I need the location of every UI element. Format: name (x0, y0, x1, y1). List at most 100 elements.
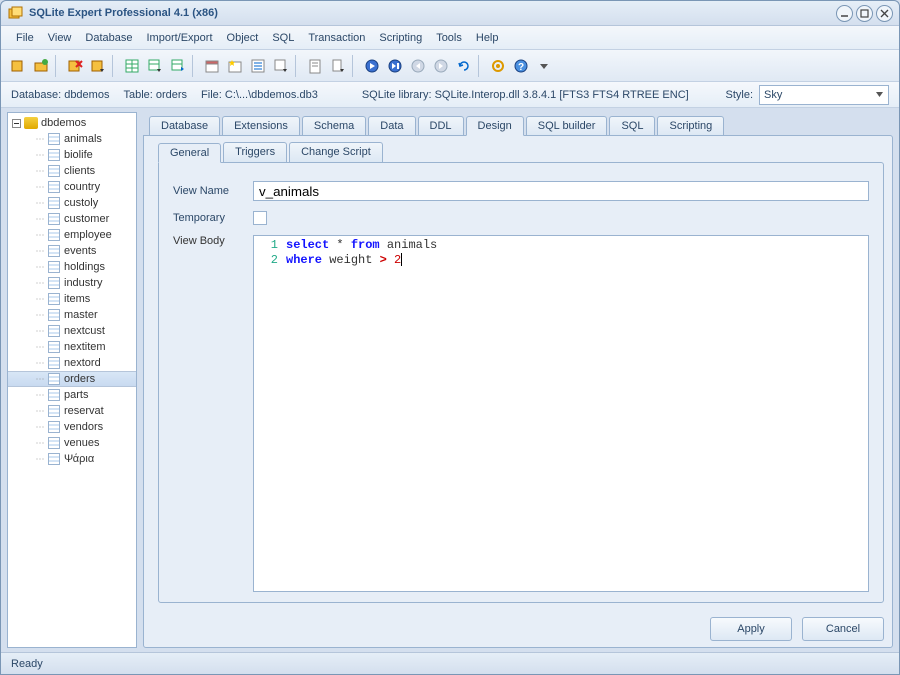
table-icon (48, 229, 60, 241)
tree-item-animals[interactable]: animals (8, 131, 136, 147)
tree-item-nextcust[interactable]: nextcust (8, 323, 136, 339)
tree-item-custoly[interactable]: custoly (8, 195, 136, 211)
tab-sql-builder[interactable]: SQL builder (526, 116, 608, 135)
tool-star-calendar-icon[interactable] (224, 55, 246, 77)
tool-table-down-icon[interactable] (144, 55, 166, 77)
tree-item-label: country (64, 181, 100, 193)
maximize-button[interactable] (856, 5, 873, 22)
tree-item-label: vendors (64, 421, 103, 433)
tree-dots-icon (32, 426, 44, 428)
tree-item-nextitem[interactable]: nextitem (8, 339, 136, 355)
close-button[interactable] (876, 5, 893, 22)
tab-sql[interactable]: SQL (609, 116, 655, 135)
tree-item-biolife[interactable]: biolife (8, 147, 136, 163)
tree-item-label: reservat (64, 405, 104, 417)
general-panel: View Name Temporary View Body 12 select … (158, 162, 884, 603)
menu-file[interactable]: File (9, 29, 41, 47)
view-name-input[interactable] (253, 181, 869, 201)
tool-prev-icon[interactable] (407, 55, 429, 77)
tab-extensions[interactable]: Extensions (222, 116, 300, 135)
style-dropdown[interactable]: Sky (759, 85, 889, 105)
info-library: SQLite library: SQLite.Interop.dll 3.8.4… (362, 89, 689, 101)
menu-object[interactable]: Object (220, 29, 266, 47)
tab-design[interactable]: Design (466, 116, 524, 136)
tree-item-venues[interactable]: venues (8, 435, 136, 451)
tree-item-employee[interactable]: employee (8, 227, 136, 243)
tree-item-vendors[interactable]: vendors (8, 419, 136, 435)
tree-item-reservat[interactable]: reservat (8, 403, 136, 419)
tool-remove-db-icon[interactable] (64, 55, 86, 77)
tab-schema[interactable]: Schema (302, 116, 366, 135)
menu-sql[interactable]: SQL (265, 29, 301, 47)
menu-transaction[interactable]: Transaction (301, 29, 372, 47)
tree-item-orders[interactable]: orders (8, 371, 136, 387)
tree-item-label: Ψάρια (64, 453, 94, 465)
tree-item-label: clients (64, 165, 95, 177)
apply-button[interactable]: Apply (710, 617, 792, 641)
tab-data[interactable]: Data (368, 116, 415, 135)
table-icon (48, 325, 60, 337)
tool-script-dropdown-icon[interactable] (327, 55, 349, 77)
db-tree[interactable]: dbdemos animals biolife clients country cust… (7, 112, 137, 648)
temporary-checkbox[interactable] (253, 211, 267, 225)
tree-item-events[interactable]: events (8, 243, 136, 259)
tree-item-industry[interactable]: industry (8, 275, 136, 291)
tree-item-label: animals (64, 133, 102, 145)
tree-dots-icon (32, 138, 44, 140)
tree-item-items[interactable]: items (8, 291, 136, 307)
tool-db-dropdown-icon[interactable] (87, 55, 109, 77)
tool-refresh-icon[interactable] (453, 55, 475, 77)
tool-table-icon[interactable] (121, 55, 143, 77)
tool-run-icon[interactable] (361, 55, 383, 77)
tool-gear-icon[interactable] (487, 55, 509, 77)
table-icon (48, 149, 60, 161)
tool-help-icon[interactable]: ? (510, 55, 532, 77)
tree-collapse-icon[interactable] (12, 119, 21, 128)
tool-script-icon[interactable] (304, 55, 326, 77)
code-area[interactable]: select * from animals where weight > 2 (284, 236, 868, 591)
menu-tools[interactable]: Tools (429, 29, 469, 47)
menu-database[interactable]: Database (78, 29, 139, 47)
menu-help[interactable]: Help (469, 29, 506, 47)
tree-item-master[interactable]: master (8, 307, 136, 323)
tool-properties-dropdown-icon[interactable] (270, 55, 292, 77)
tree-item-clients[interactable]: clients (8, 163, 136, 179)
tab-database[interactable]: Database (149, 116, 220, 135)
sql-editor[interactable]: 12 select * from animals where weight > … (253, 235, 869, 592)
menu-scripting[interactable]: Scripting (372, 29, 429, 47)
tree-root[interactable]: dbdemos (8, 115, 136, 131)
tree-item-customer[interactable]: customer (8, 211, 136, 227)
tool-table-right-icon[interactable] (167, 55, 189, 77)
toolbar: ? (1, 50, 899, 82)
minimize-button[interactable] (836, 5, 853, 22)
tree-item-country[interactable]: country (8, 179, 136, 195)
menu-view[interactable]: View (41, 29, 79, 47)
tab-ddl[interactable]: DDL (418, 116, 464, 135)
menu-import-export[interactable]: Import/Export (139, 29, 219, 47)
tool-run-step-icon[interactable] (384, 55, 406, 77)
tree-item-holdings[interactable]: holdings (8, 259, 136, 275)
design-subtabs: GeneralTriggersChange Script (144, 136, 892, 162)
tree-item-label: holdings (64, 261, 105, 273)
tree-dots-icon (32, 378, 44, 380)
tree-dots-icon (32, 458, 44, 460)
tool-calendar-icon[interactable] (201, 55, 223, 77)
table-icon (48, 197, 60, 209)
tree-item-label: events (64, 245, 96, 257)
subtab-triggers[interactable]: Triggers (223, 142, 287, 162)
table-icon (48, 341, 60, 353)
tool-properties-icon[interactable] (247, 55, 269, 77)
tool-new-db-icon[interactable] (7, 55, 29, 77)
tree-item-parts[interactable]: parts (8, 387, 136, 403)
tool-open-db-icon[interactable] (30, 55, 52, 77)
table-icon (48, 357, 60, 369)
tree-item-Ψάρια[interactable]: Ψάρια (8, 451, 136, 467)
subtab-general[interactable]: General (158, 143, 221, 163)
tree-item-nextord[interactable]: nextord (8, 355, 136, 371)
cancel-button[interactable]: Cancel (802, 617, 884, 641)
tree-dots-icon (32, 362, 44, 364)
tab-scripting[interactable]: Scripting (657, 116, 724, 135)
subtab-change-script[interactable]: Change Script (289, 142, 383, 162)
tool-next-icon[interactable] (430, 55, 452, 77)
tool-help-dropdown-icon[interactable] (533, 55, 555, 77)
